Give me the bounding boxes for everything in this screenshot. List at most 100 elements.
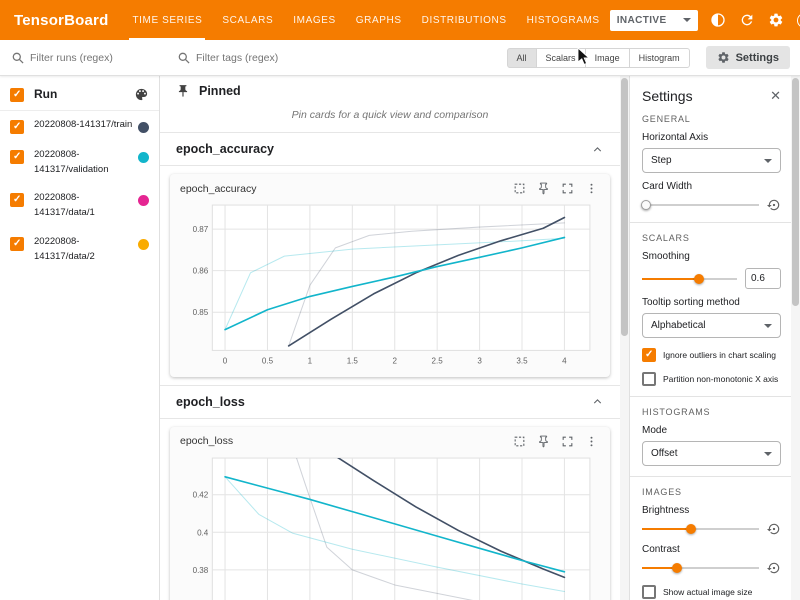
run-color-dot bbox=[138, 239, 149, 250]
run-color-dot bbox=[138, 122, 149, 133]
svg-text:2: 2 bbox=[392, 357, 397, 366]
horizontal-axis-label: Horizontal Axis bbox=[642, 132, 781, 143]
ignore-outliers-checkbox[interactable] bbox=[642, 348, 656, 362]
close-icon[interactable]: ✕ bbox=[770, 88, 781, 104]
section-label-images: IMAGES bbox=[642, 487, 781, 497]
svg-text:4: 4 bbox=[562, 357, 567, 366]
run-color-dot bbox=[138, 152, 149, 163]
horizontal-axis-select[interactable]: Step bbox=[642, 148, 781, 173]
histogram-mode-label: Mode bbox=[642, 425, 781, 436]
help-icon[interactable]: ? bbox=[796, 11, 800, 29]
svg-text:1.5: 1.5 bbox=[347, 357, 359, 366]
chevron-down-icon bbox=[683, 18, 691, 22]
section-header-epoch-accuracy[interactable]: epoch_accuracy bbox=[160, 132, 620, 166]
smoothing-slider[interactable] bbox=[642, 273, 737, 285]
reset-brightness-icon[interactable] bbox=[767, 522, 781, 536]
run-row-validation[interactable]: 20220808-141317/validation bbox=[0, 141, 159, 184]
section-label-histograms: HISTOGRAMS bbox=[642, 407, 781, 417]
more-options-icon[interactable] bbox=[585, 435, 598, 448]
collapse-chevron-icon[interactable] bbox=[591, 395, 604, 408]
reset-card-width-icon[interactable] bbox=[767, 198, 781, 212]
pin-card-icon[interactable] bbox=[537, 182, 550, 195]
run-row-data-1[interactable]: 20220808-141317/data/1 bbox=[0, 184, 159, 227]
section-header-epoch-loss[interactable]: epoch_loss bbox=[160, 385, 620, 419]
divider bbox=[630, 396, 791, 397]
tab-distributions[interactable]: DISTRIBUTIONS bbox=[412, 0, 517, 40]
palette-icon[interactable] bbox=[134, 87, 149, 102]
tab-scalars[interactable]: SCALARS bbox=[212, 0, 283, 40]
collapse-chevron-icon[interactable] bbox=[591, 143, 604, 156]
filter-tags-input[interactable] bbox=[196, 52, 396, 64]
settings-button[interactable]: Settings bbox=[706, 46, 790, 69]
reload-status-dropdown[interactable]: INACTIVE bbox=[610, 10, 698, 31]
card-width-slider[interactable] bbox=[642, 199, 759, 211]
tab-graphs[interactable]: GRAPHS bbox=[346, 0, 412, 40]
svg-text:1: 1 bbox=[308, 357, 313, 366]
run-row-data-2[interactable]: 20220808-141317/data/2 bbox=[0, 228, 159, 271]
slider-thumb[interactable] bbox=[641, 200, 651, 210]
line-chart-epoch-accuracy[interactable]: 00.511.522.533.540.850.860.87 bbox=[178, 199, 602, 369]
run-checkbox[interactable] bbox=[10, 120, 24, 134]
brightness-slider[interactable] bbox=[642, 523, 759, 535]
svg-text:0.87: 0.87 bbox=[193, 225, 209, 234]
slider-thumb[interactable] bbox=[686, 524, 696, 534]
reload-status-value: INACTIVE bbox=[617, 15, 667, 26]
contrast-label: Contrast bbox=[642, 544, 781, 555]
pin-card-icon[interactable] bbox=[537, 435, 550, 448]
scrollbar-thumb[interactable] bbox=[792, 78, 799, 306]
ignore-outliers-row[interactable]: Ignore outliers in chart scaling bbox=[642, 348, 781, 362]
settings-scrollbar[interactable] bbox=[791, 76, 800, 600]
chevron-down-icon bbox=[764, 159, 772, 163]
pinned-empty-message: Pin cards for a quick view and compariso… bbox=[160, 104, 620, 132]
pinned-section-header: Pinned bbox=[160, 76, 620, 104]
fit-to-data-icon[interactable] bbox=[513, 435, 526, 448]
scrollbar-thumb[interactable] bbox=[621, 78, 628, 336]
run-checkbox[interactable] bbox=[10, 150, 24, 164]
scalar-card-epoch-loss: epoch_loss 00.511.522.533.540.360.380.40… bbox=[170, 427, 610, 600]
fullscreen-icon[interactable] bbox=[561, 182, 574, 195]
fullscreen-icon[interactable] bbox=[561, 435, 574, 448]
settings-panel-title: Settings bbox=[642, 88, 693, 104]
run-checkbox[interactable] bbox=[10, 237, 24, 251]
runs-column-header: Run bbox=[34, 87, 134, 101]
run-row-train[interactable]: 20220808-141317/train bbox=[0, 111, 159, 141]
ignore-outliers-label: Ignore outliers in chart scaling bbox=[663, 350, 776, 360]
show-actual-size-checkbox[interactable] bbox=[642, 585, 656, 599]
smoothing-value-input[interactable] bbox=[745, 268, 781, 289]
tab-images[interactable]: IMAGES bbox=[283, 0, 346, 40]
section-label-general: GENERAL bbox=[642, 114, 781, 124]
slider-thumb[interactable] bbox=[672, 563, 682, 573]
tooltip-sorting-value: Alphabetical bbox=[651, 320, 705, 331]
theme-toggle-icon[interactable] bbox=[709, 11, 727, 29]
fit-to-data-icon[interactable] bbox=[513, 182, 526, 195]
runs-filter bbox=[0, 52, 162, 64]
filter-histogram-button[interactable]: Histogram bbox=[629, 48, 690, 68]
filter-scalars-button[interactable]: Scalars bbox=[536, 48, 586, 68]
select-all-runs-checkbox[interactable] bbox=[10, 88, 24, 102]
search-icon bbox=[12, 52, 24, 64]
show-actual-size-row[interactable]: Show actual image size bbox=[642, 585, 781, 599]
partition-x-axis-checkbox[interactable] bbox=[642, 372, 656, 386]
histogram-mode-select[interactable]: Offset bbox=[642, 441, 781, 466]
line-chart-epoch-loss[interactable]: 00.511.522.533.540.360.380.40.42 bbox=[178, 452, 602, 600]
filter-all-button[interactable]: All bbox=[507, 48, 537, 68]
reset-contrast-icon[interactable] bbox=[767, 561, 781, 575]
tab-time-series[interactable]: TIME SERIES bbox=[122, 0, 212, 40]
filter-image-button[interactable]: Image bbox=[585, 48, 630, 68]
run-checkbox[interactable] bbox=[10, 193, 24, 207]
filter-runs-input[interactable] bbox=[30, 52, 140, 64]
main-scrollbar[interactable] bbox=[620, 76, 629, 600]
slider-thumb[interactable] bbox=[694, 274, 704, 284]
partition-x-axis-row[interactable]: Partition non-monotonic X axis i bbox=[642, 372, 781, 386]
refresh-icon[interactable] bbox=[738, 11, 756, 29]
contrast-slider[interactable] bbox=[642, 562, 759, 574]
tab-histograms[interactable]: HISTOGRAMS bbox=[517, 0, 610, 40]
chevron-down-icon bbox=[764, 452, 772, 456]
app-header: TensorBoard TIME SERIES SCALARS IMAGES G… bbox=[0, 0, 800, 40]
card-actions bbox=[513, 182, 598, 195]
more-options-icon[interactable] bbox=[585, 182, 598, 195]
svg-text:0.86: 0.86 bbox=[193, 267, 209, 276]
gear-icon[interactable] bbox=[767, 11, 785, 29]
tooltip-sorting-select[interactable]: Alphabetical bbox=[642, 313, 781, 338]
settings-panel: Settings ✕ GENERAL Horizontal Axis Step … bbox=[629, 76, 791, 600]
